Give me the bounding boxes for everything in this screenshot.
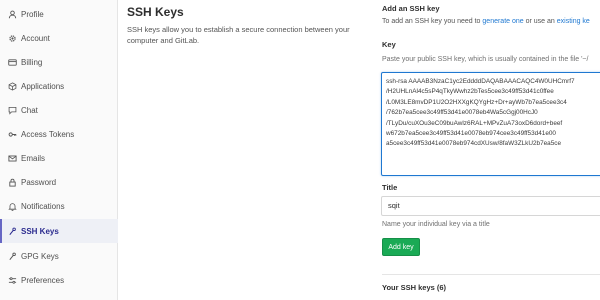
sidebar-item-account[interactable]: Account bbox=[0, 26, 118, 50]
sidebar-item-label: Chat bbox=[21, 105, 38, 115]
key-icon bbox=[7, 251, 17, 261]
page-title: SSH Keys bbox=[127, 5, 184, 19]
sidebar-item-profile[interactable]: Profile bbox=[0, 2, 118, 26]
sidebar-item-access-tokens[interactable]: Access Tokens bbox=[0, 122, 118, 146]
key-line: ssh-rsa AAAAB3NzaC1yc2EddddDAQABAAACAQC4… bbox=[386, 78, 575, 85]
key-line: /L0M3LE8mvDP1U2O2HXXgKQYgHz+Dr+ayWb7b7ea… bbox=[386, 98, 567, 106]
key-icon bbox=[7, 129, 17, 139]
sliders-icon bbox=[7, 275, 17, 285]
divider bbox=[382, 274, 600, 275]
key-hint: Paste your public SSH key, which is usua… bbox=[382, 56, 589, 63]
title-hint: Name your individual key via a title bbox=[382, 221, 490, 228]
comment-icon bbox=[7, 105, 17, 115]
key-line: /762b7ea5cee3c49ff53d41e0078eb4Wa5cGgj00… bbox=[386, 109, 538, 117]
credit-card-icon bbox=[7, 57, 17, 67]
sidebar-item-password[interactable]: Password bbox=[0, 170, 118, 194]
sidebar-item-billing[interactable]: Billing bbox=[0, 50, 118, 74]
page-description: SSH keys allow you to establish a secure… bbox=[127, 25, 350, 45]
sidebar-item-notifications[interactable]: Notifications bbox=[0, 194, 118, 218]
sidebar-item-ssh-keys[interactable]: SSH Keys bbox=[0, 219, 118, 243]
sidebar-item-emails[interactable]: Emails bbox=[0, 146, 118, 170]
sidebar-item-label: Emails bbox=[21, 153, 46, 163]
hint-middle: or use an bbox=[523, 18, 557, 25]
sidebar-item-label: Access Tokens bbox=[21, 129, 75, 139]
settings-sidebar: Profile Account Billing Applications Cha… bbox=[0, 0, 118, 300]
existing-key-link[interactable]: existing ke bbox=[557, 18, 590, 25]
hint-prefix: To add an SSH key you need to bbox=[382, 18, 483, 25]
lock-icon bbox=[7, 177, 17, 187]
key-label: Key bbox=[382, 40, 396, 49]
cube-icon bbox=[7, 81, 17, 91]
key-line: a5cee3c49ff53d41e0078eb974cdXUsw/8faW3ZL… bbox=[386, 140, 562, 148]
sidebar-item-label: Notifications bbox=[21, 201, 65, 211]
add-key-hint: To add an SSH key you need to generate o… bbox=[382, 18, 590, 25]
user-icon bbox=[7, 9, 17, 19]
bell-icon bbox=[7, 201, 17, 211]
key-icon bbox=[7, 226, 17, 236]
key-line: w672b7ea5cee3c49ff53d41e0078eb974cee3c49… bbox=[386, 130, 556, 138]
sidebar-item-label: SSH Keys bbox=[21, 226, 59, 236]
add-ssh-key-heading: Add an SSH key bbox=[382, 4, 440, 13]
your-ssh-keys-heading: Your SSH keys (6) bbox=[382, 283, 447, 292]
sidebar-item-preferences[interactable]: Preferences bbox=[0, 268, 118, 292]
key-textarea[interactable]: ssh-rsa AAAAB3NzaC1yc2EddddDAQABAAACAQC4… bbox=[381, 72, 600, 176]
add-key-button[interactable]: Add key bbox=[382, 238, 420, 256]
sidebar-item-label: Password bbox=[21, 177, 57, 187]
key-textarea-value: ssh-rsa AAAAB3NzaC1yc2EddddDAQABAAACAQC4… bbox=[386, 77, 600, 150]
title-input[interactable]: sqit bbox=[381, 196, 600, 216]
sidebar-item-label: Billing bbox=[21, 57, 43, 67]
sidebar-item-label: Applications bbox=[21, 81, 65, 91]
sidebar-item-chat[interactable]: Chat bbox=[0, 98, 118, 122]
key-line: /TLyDu/cuXOu3eC09buAwlz6RAL+MPvZuA73oxD6… bbox=[386, 119, 563, 127]
sidebar-item-gpg-keys[interactable]: GPG Keys bbox=[0, 244, 118, 268]
sidebar-item-label: Preferences bbox=[21, 275, 65, 285]
generate-one-link[interactable]: generate one bbox=[482, 18, 523, 25]
envelope-icon bbox=[7, 153, 17, 163]
sidebar-item-applications[interactable]: Applications bbox=[0, 74, 118, 98]
gear-icon bbox=[7, 33, 17, 43]
sidebar-item-label: Account bbox=[21, 33, 50, 43]
sidebar-item-label: Profile bbox=[21, 9, 44, 19]
sidebar-item-label: GPG Keys bbox=[21, 251, 59, 261]
key-line: /H2UHLnAl4c5sP4qTkyWwhz2bTes5cee3c49ff53… bbox=[386, 88, 554, 96]
title-label: Title bbox=[382, 183, 398, 192]
